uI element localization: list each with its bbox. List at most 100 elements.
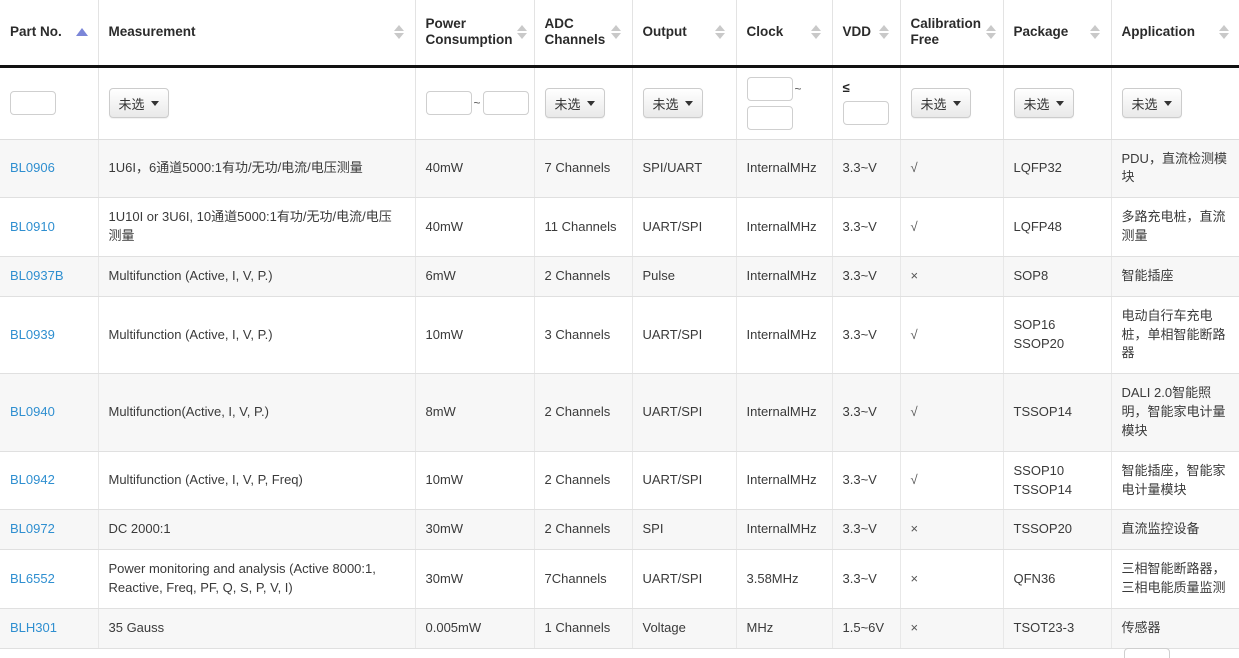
sort-toggle-icon[interactable] [516,25,527,39]
filter-cell-package: 未选 [1003,66,1111,139]
sort-toggle-icon[interactable] [611,25,622,39]
cell-clock: InternalMHz [736,374,832,452]
cell-part-no: BLH301 [0,609,98,649]
cell-part-no: BL6552 [0,550,98,609]
next-page-filter-input-partial[interactable] [1124,648,1170,658]
cell-clock: InternalMHz [736,451,832,510]
column-header-adc-channels[interactable]: ADC Channels [534,0,632,66]
sort-toggle-icon[interactable] [715,25,726,39]
column-header-calibration-free[interactable]: Calibration Free [900,0,1003,66]
part-number-link[interactable]: BL0937B [10,268,64,283]
cell-adc: 2 Channels [534,451,632,510]
column-header-part-no[interactable]: Part No. [0,0,98,66]
cross-mark-icon: × [911,521,919,536]
cell-package: LQFP48 [1003,198,1111,257]
cell-part-no: BL0940 [0,374,98,452]
header-row: Part No. Measurement [0,0,1239,66]
cell-part-no: BL0906 [0,139,98,198]
filter-cell-calibration-free: 未选 [900,66,1003,139]
cell-calibration: × [900,550,1003,609]
part-number-link[interactable]: BL0906 [10,160,55,175]
cross-mark-icon: × [911,620,919,635]
part-no-filter-input[interactable] [10,91,56,115]
table-row: BLH30135 Gauss0.005mW1 ChannelsVoltageMH… [0,609,1239,649]
column-header-clock[interactable]: Clock [736,0,832,66]
filter-cell-measurement: 未选 [98,66,415,139]
part-number-link[interactable]: BL0939 [10,327,55,342]
cell-measurement: Power monitoring and analysis (Active 80… [98,550,415,609]
cell-output: SPI [632,510,736,550]
package-filter-dropdown[interactable]: 未选 [1014,88,1074,118]
cell-measurement: Multifunction (Active, I, V, P.) [98,256,415,296]
sort-toggle-icon[interactable] [1218,25,1229,39]
column-header-power-consumption[interactable]: Power Consumption [415,0,534,66]
part-number-link[interactable]: BLH301 [10,620,57,635]
vdd-filter-input[interactable] [843,101,889,125]
cell-vdd: 3.3~V [832,510,900,550]
cell-clock: InternalMHz [736,139,832,198]
column-header-label: Part No. [10,24,62,40]
part-number-link[interactable]: BL0972 [10,521,55,536]
clock-filter-min-input[interactable] [747,77,793,101]
cell-package: TSSOP14 [1003,374,1111,452]
cell-calibration: × [900,256,1003,296]
chevron-down-icon [685,101,693,106]
sort-toggle-icon[interactable] [879,25,890,39]
cell-part-no: BL0939 [0,296,98,374]
sort-toggle-icon[interactable] [1090,25,1101,39]
sort-toggle-icon[interactable] [811,25,822,39]
table-row: BL0942Multifunction (Active, I, V, P, Fr… [0,451,1239,510]
dropdown-label: 未选 [555,94,581,113]
cell-application: 多路充电桩，直流测量 [1111,198,1239,257]
dropdown-label: 未选 [1024,94,1050,113]
cell-output: UART/SPI [632,550,736,609]
table-row: BL09101U10I or 3U6I, 10通道5000:1有功/无功/电流/… [0,198,1239,257]
sort-toggle-icon[interactable] [985,25,996,39]
part-number-link[interactable]: BL6552 [10,571,55,586]
column-header-measurement[interactable]: Measurement [98,0,415,66]
filter-body: 未选 ~ 未选 [0,66,1239,139]
cell-measurement: Multifunction(Active, I, V, P.) [98,374,415,452]
check-mark-icon: √ [911,327,918,342]
cell-measurement: 1U6I，6通道5000:1有功/无功/电流/电压测量 [98,139,415,198]
filter-cell-part-no [0,66,98,139]
cell-application: 传感器 [1111,609,1239,649]
cell-power: 6mW [415,256,534,296]
sort-toggle-icon[interactable] [394,25,405,39]
check-mark-icon: √ [911,472,918,487]
table-row: BL09061U6I，6通道5000:1有功/无功/电流/电压测量40mW7 C… [0,139,1239,198]
part-number-link[interactable]: BL0942 [10,472,55,487]
table-row: BL0939Multifunction (Active, I, V, P.)10… [0,296,1239,374]
table-row: BL0940Multifunction(Active, I, V, P.)8mW… [0,374,1239,452]
part-number-link[interactable]: BL0940 [10,404,55,419]
cell-vdd: 1.5~6V [832,609,900,649]
cell-clock: MHz [736,609,832,649]
cell-package: SOP16 SSOP20 [1003,296,1111,374]
check-mark-icon: √ [911,404,918,419]
dropdown-label: 未选 [921,94,947,113]
column-header-output[interactable]: Output [632,0,736,66]
column-header-application[interactable]: Application [1111,0,1239,66]
cell-part-no: BL0910 [0,198,98,257]
sort-ascending-icon[interactable] [77,28,88,36]
column-header-package[interactable]: Package [1003,0,1111,66]
chevron-down-icon [1056,101,1064,106]
cell-power: 40mW [415,198,534,257]
cell-package: QFN36 [1003,550,1111,609]
part-number-link[interactable]: BL0910 [10,219,55,234]
cell-application: 三相智能断路器，三相电能质量监测 [1111,550,1239,609]
cell-output: Pulse [632,256,736,296]
application-filter-dropdown[interactable]: 未选 [1122,88,1182,118]
cell-application: 直流监控设备 [1111,510,1239,550]
power-filter-max-input[interactable] [483,91,529,115]
column-header-vdd[interactable]: VDD [832,0,900,66]
output-filter-dropdown[interactable]: 未选 [643,88,703,118]
clock-filter-max-input[interactable] [747,106,793,130]
chevron-down-icon [1164,101,1172,106]
adc-channels-filter-dropdown[interactable]: 未选 [545,88,605,118]
measurement-filter-dropdown[interactable]: 未选 [109,88,169,118]
cell-power: 30mW [415,550,534,609]
calibration-free-filter-dropdown[interactable]: 未选 [911,88,971,118]
cell-calibration: √ [900,198,1003,257]
power-filter-min-input[interactable] [426,91,472,115]
